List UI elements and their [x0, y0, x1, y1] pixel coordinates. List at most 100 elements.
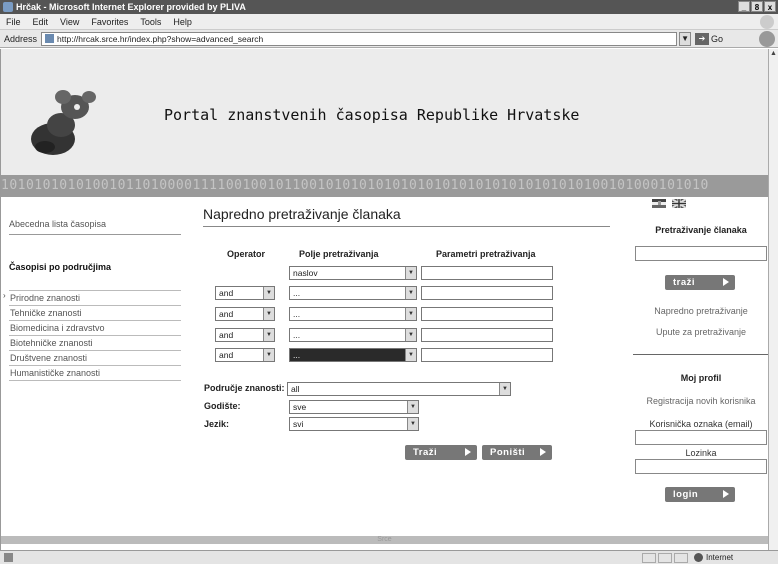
area-label: Područje znanosti:	[204, 383, 285, 393]
search-button-label: Traži	[413, 447, 438, 458]
title-divider	[203, 226, 610, 227]
menu-favorites[interactable]: Favorites	[91, 17, 128, 27]
address-bar: Address http://hrcak.srce.hr/index.php?s…	[0, 30, 778, 48]
register-link[interactable]: Registracija novih korisnika	[633, 396, 769, 406]
operator-column-header: Operator	[227, 249, 266, 259]
status-panel	[674, 553, 688, 563]
go-button[interactable]: ➔ Go	[695, 32, 724, 45]
ie-throbber-icon	[759, 31, 775, 47]
sidebar-item-technical-sciences[interactable]: Tehničke znanosti	[9, 306, 181, 321]
address-url: http://hrcak.srce.hr/index.php?show=adva…	[57, 33, 264, 44]
site-header: Portal znanstvenih časopisa Republike Hr…	[1, 49, 768, 175]
window-title: Hrčak - Microsoft Internet Explorer prov…	[16, 2, 246, 12]
chevron-down-icon: ▼	[263, 349, 274, 361]
language-label: Jezik:	[204, 419, 230, 429]
param-input-1[interactable]	[421, 266, 553, 280]
sidebar-item-biotechnical[interactable]: Biotehničke znanosti	[9, 336, 181, 351]
address-input[interactable]: http://hrcak.srce.hr/index.php?show=adva…	[41, 31, 678, 46]
username-input[interactable]	[635, 430, 767, 445]
menu-help[interactable]: Help	[173, 17, 192, 27]
menu-view[interactable]: View	[60, 17, 79, 27]
username-label: Korisnička oznaka (email)	[649, 419, 753, 429]
chevron-down-icon: ▼	[263, 287, 274, 299]
menu-file[interactable]: File	[6, 17, 21, 27]
page-viewport: Portal znanstvenih časopisa Republike Hr…	[0, 49, 769, 550]
reset-button[interactable]: Poništi	[482, 445, 552, 460]
scroll-up-icon[interactable]: ▲	[769, 49, 778, 59]
ie-icon	[3, 2, 13, 12]
play-arrow-icon	[465, 448, 471, 456]
language-select[interactable]: svi ▼	[289, 417, 419, 431]
go-label: Go	[711, 33, 724, 44]
operator-select-3[interactable]: and ▼	[215, 307, 275, 321]
search-help-link[interactable]: Upute za pretraživanje	[633, 327, 769, 337]
quick-search-button-label: traži	[673, 277, 696, 288]
address-label: Address	[4, 33, 38, 44]
login-button[interactable]: login	[665, 487, 735, 502]
security-zone: Internet	[694, 552, 774, 563]
chevron-down-icon: ▼	[499, 383, 510, 395]
chevron-down-icon: ▼	[405, 329, 416, 341]
field-column-header: Polje pretraživanja	[299, 249, 379, 259]
hrcak-hamster-logo	[31, 90, 96, 155]
password-label: Lozinka	[685, 448, 717, 458]
field-select-4[interactable]: ... ▼	[289, 328, 417, 342]
chevron-down-icon: ▼	[263, 329, 274, 341]
left-sidebar: Abecedna lista časopisa Časopisi po podr…	[9, 219, 181, 381]
field-select-value: ...	[293, 309, 301, 319]
chevron-down-icon: ▼	[405, 267, 416, 279]
maximize-button[interactable]: 8	[751, 1, 763, 12]
croatian-flag-icon[interactable]	[652, 199, 666, 208]
uk-flag-icon[interactable]	[672, 199, 686, 208]
mouse-cursor-icon: ›	[3, 291, 6, 300]
footer-band: Srce	[1, 536, 768, 544]
field-select-3[interactable]: ... ▼	[289, 307, 417, 321]
field-select-value: ...	[293, 350, 301, 360]
field-select-value: ...	[293, 330, 301, 340]
menu-edit[interactable]: Edit	[33, 17, 49, 27]
area-select[interactable]: all ▼	[287, 382, 511, 396]
chevron-down-icon: ▼	[405, 349, 416, 361]
param-input-2[interactable]	[421, 286, 553, 300]
operator-select-value: and	[219, 330, 234, 340]
window-titlebar: Hrčak - Microsoft Internet Explorer prov…	[0, 0, 778, 14]
field-select-value: ...	[293, 288, 301, 298]
status-panel	[658, 553, 672, 563]
sidebar-item-natural-sciences[interactable]: Prirodne znanosti	[9, 291, 181, 306]
quick-search-button[interactable]: traži	[665, 275, 735, 290]
operator-select-value: and	[219, 288, 234, 298]
quick-search-heading: Pretraživanje članaka	[655, 225, 747, 235]
advanced-search-link[interactable]: Napredno pretraživanje	[633, 306, 769, 316]
page-status-icon	[4, 553, 13, 562]
year-select[interactable]: sve ▼	[289, 400, 419, 414]
field-select-value: naslov	[293, 268, 318, 278]
page-icon	[45, 34, 55, 43]
play-arrow-icon	[723, 490, 729, 498]
right-divider	[633, 354, 769, 355]
param-input-4[interactable]	[421, 328, 553, 342]
close-button[interactable]: x	[764, 1, 776, 12]
address-dropdown-icon[interactable]: ▼	[679, 31, 692, 46]
sidebar-item-biomedicine[interactable]: Biomedicina i zdravstvo	[9, 321, 181, 336]
sidebar-item-social-sciences[interactable]: Društvene znanosti	[9, 351, 181, 366]
chevron-down-icon: ▼	[407, 418, 418, 430]
field-select-2[interactable]: ... ▼	[289, 286, 417, 300]
password-input[interactable]	[635, 459, 767, 474]
operator-select-4[interactable]: and ▼	[215, 328, 275, 342]
sidebar-item-humanities[interactable]: Humanističke znanosti	[9, 366, 181, 381]
login-button-label: login	[673, 489, 699, 500]
vertical-scrollbar[interactable]: ▲	[768, 49, 778, 550]
param-input-5[interactable]	[421, 348, 553, 362]
operator-select-5[interactable]: and ▼	[215, 348, 275, 362]
operator-select-2[interactable]: and ▼	[215, 286, 275, 300]
windows-logo-icon	[760, 15, 774, 29]
param-input-3[interactable]	[421, 307, 553, 321]
minimize-button[interactable]: _	[738, 1, 750, 12]
menu-tools[interactable]: Tools	[140, 17, 161, 27]
journal-alpha-list-link[interactable]: Abecedna lista časopisa	[9, 219, 181, 235]
operator-select-value: and	[219, 309, 234, 319]
quick-search-input[interactable]	[635, 246, 767, 261]
field-select-1[interactable]: naslov ▼	[289, 266, 417, 280]
field-select-5[interactable]: ... ▼	[289, 348, 417, 362]
search-button[interactable]: Traži	[405, 445, 477, 460]
